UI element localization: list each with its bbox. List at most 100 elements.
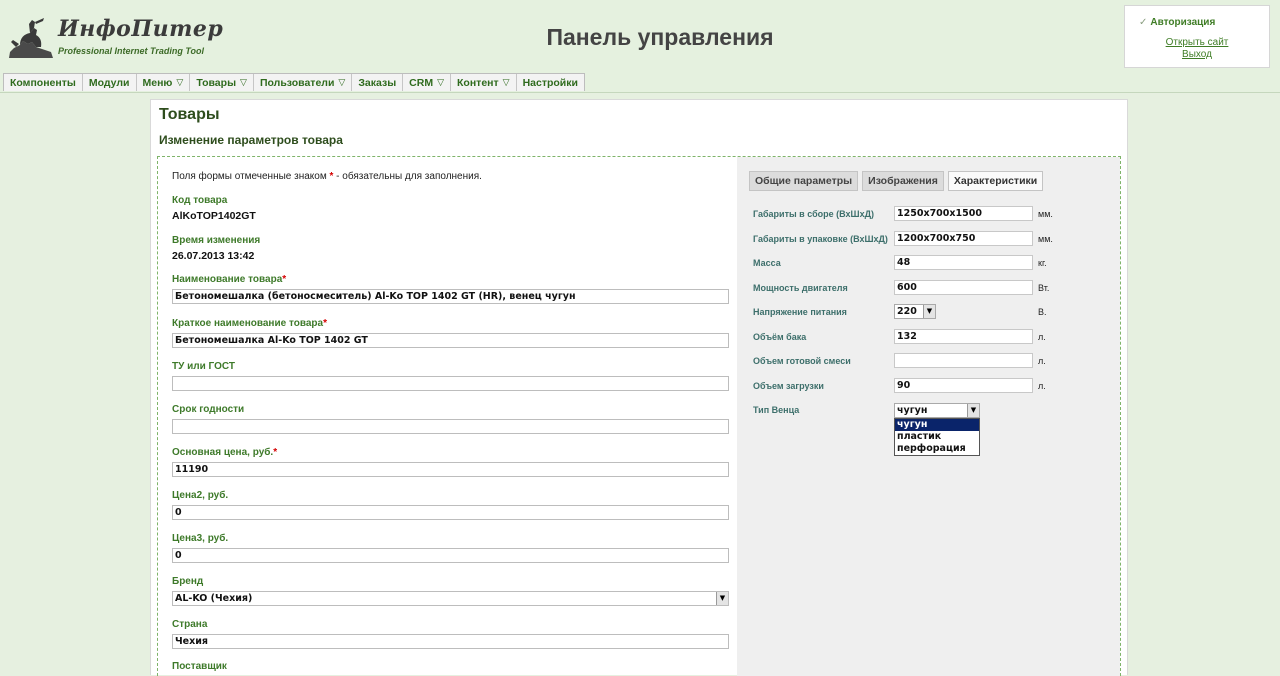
dropdown-arrow-icon: ▽ <box>437 77 445 87</box>
crown-type-label: Тип Венца <box>753 405 800 415</box>
dims-assembled-unit: мм. <box>1038 209 1053 219</box>
tab-characteristics[interactable]: Характеристики <box>947 171 1044 191</box>
mix-volume-unit: л. <box>1038 356 1046 366</box>
required-note-prefix: Поля формы отмеченные знаком <box>172 171 330 182</box>
content-panel: Товары Изменение параметров товара Поля … <box>150 99 1128 676</box>
short-name-input[interactable]: Бетономешалка Al-Ko TOP 1402 GT <box>172 333 729 348</box>
voltage-select[interactable]: 220 ▼ <box>894 304 936 319</box>
dims-assembled-input[interactable]: 1250x700x1500 <box>894 206 1033 221</box>
tank-unit: л. <box>1038 332 1046 342</box>
tank-label: Объём бака <box>753 332 807 342</box>
logo[interactable]: ИнфоПитер Professional Internet Trading … <box>6 14 223 62</box>
price-label: Основная цена, руб.* <box>172 447 277 458</box>
crown-type-option[interactable]: чугун <box>895 419 979 431</box>
open-site-link[interactable]: Открыть сайт <box>1125 37 1269 48</box>
country-input[interactable]: Чехия <box>172 634 729 649</box>
price2-label: Цена2, руб. <box>172 490 229 501</box>
menu-item-label: Заказы <box>358 76 397 89</box>
menu-item-content[interactable]: Контент ▽ <box>451 74 517 91</box>
tab-images[interactable]: Изображения <box>862 171 944 191</box>
shelf-life-label: Срок годности <box>172 404 245 415</box>
short-name-label-text: Краткое наименование товара <box>172 318 324 329</box>
menu-item-components[interactable]: Компоненты <box>4 74 83 91</box>
tab-general[interactable]: Общие параметры <box>749 171 859 191</box>
dropdown-arrow-icon: ▽ <box>176 77 184 87</box>
crown-type-option[interactable]: пластик <box>895 431 979 443</box>
required-star: * <box>282 274 287 285</box>
checkmark-icon: ✓ <box>1139 17 1148 28</box>
menu-item-label: Товары <box>196 76 237 89</box>
required-star: * <box>273 447 278 458</box>
mass-label: Масса <box>753 258 781 268</box>
voltage-label: Напряжение питания <box>753 307 847 317</box>
dropdown-arrow-icon: ▼ <box>967 404 979 417</box>
crown-type-select[interactable]: чугун ▼ <box>894 403 980 418</box>
tu-gost-label: ТУ или ГОСТ <box>172 361 235 372</box>
mass-unit: кг. <box>1038 258 1047 268</box>
menu-item-label: Компоненты <box>10 76 76 89</box>
tu-gost-input[interactable] <box>172 376 729 391</box>
menu-item-crm[interactable]: CRM ▽ <box>403 74 452 91</box>
menu-item-orders[interactable]: Заказы <box>352 74 404 91</box>
menu-item-label: Настройки <box>522 76 578 89</box>
price-input[interactable]: 11190 <box>172 462 729 477</box>
brand-select[interactable]: AL-KO (Чехия) ▼ <box>172 591 729 606</box>
crown-type-selected-value: чугун <box>897 405 928 416</box>
tank-input[interactable]: 132 <box>894 329 1033 344</box>
menu-item-products[interactable]: Товары ▽ <box>190 74 254 91</box>
menu-item-label: Меню <box>142 76 173 89</box>
mix-volume-input[interactable] <box>894 353 1033 368</box>
shelf-life-input[interactable] <box>172 419 729 434</box>
header: ИнфоПитер Professional Internet Trading … <box>0 0 1280 93</box>
product-name-input[interactable]: Бетономешалка (бетоносмеситель) Al-Ko TO… <box>172 289 729 304</box>
price3-input[interactable]: 0 <box>172 548 729 563</box>
section-subtitle: Изменение параметров товара <box>159 133 343 147</box>
price3-label: Цена3, руб. <box>172 533 229 544</box>
form-right-column: Общие параметры Изображения Характеристи… <box>737 157 1120 676</box>
required-note: Поля формы отмеченные знаком * - обязате… <box>172 171 482 182</box>
price2-input[interactable]: 0 <box>172 505 729 520</box>
auth-title: ✓ Авторизация <box>1139 17 1215 28</box>
menu-item-menu[interactable]: Меню ▽ <box>137 74 191 91</box>
name-label-text: Наименование товара <box>172 274 283 285</box>
code-value: AlKoTOP1402GT <box>172 210 256 222</box>
main-menu: Компоненты Модули Меню ▽ Товары ▽ Пользова… <box>3 73 585 91</box>
auth-title-text: Авторизация <box>1150 17 1216 28</box>
load-volume-label: Объем загрузки <box>753 381 824 391</box>
power-label: Мощность двигателя <box>753 283 848 293</box>
country-label: Страна <box>172 619 208 630</box>
menu-item-label: Пользователи <box>259 76 335 89</box>
power-unit: Вт. <box>1038 283 1050 293</box>
dropdown-arrow-icon: ▽ <box>502 77 510 87</box>
dropdown-arrow-icon: ▼ <box>716 592 728 605</box>
brand-selected-value: AL-KO (Чехия) <box>175 593 253 604</box>
mass-input[interactable]: 48 <box>894 255 1033 270</box>
menu-item-settings[interactable]: Настройки <box>517 74 584 91</box>
modified-label: Время изменения <box>172 235 261 246</box>
required-note-suffix: - обязательны для заполнения. <box>333 171 482 182</box>
dims-packed-input[interactable]: 1200x700x750 <box>894 231 1033 246</box>
menu-item-label: Модули <box>88 76 130 89</box>
modified-value: 26.07.2013 13:42 <box>172 250 255 262</box>
section-title: Товары <box>159 106 220 123</box>
horseman-logo-icon <box>9 18 53 58</box>
logout-link[interactable]: Выход <box>1125 49 1269 60</box>
load-volume-input[interactable]: 90 <box>894 378 1033 393</box>
mix-volume-label: Объем готовой смеси <box>753 356 851 366</box>
auth-box: ✓ Авторизация Открыть сайт Выход <box>1124 5 1270 68</box>
power-input[interactable]: 600 <box>894 280 1033 295</box>
name-label: Наименование товара* <box>172 274 286 285</box>
voltage-selected-value: 220 <box>897 306 917 317</box>
dims-assembled-label: Габариты в сборе (ВхШхД) <box>753 209 874 219</box>
crown-type-option[interactable]: перфорация <box>895 443 979 455</box>
dropdown-arrow-icon: ▽ <box>240 77 247 87</box>
menu-item-modules[interactable]: Модули <box>83 74 137 91</box>
required-star: * <box>323 318 327 329</box>
voltage-unit: В. <box>1038 307 1047 317</box>
menu-item-users[interactable]: Пользователи ▽ <box>254 74 353 91</box>
price-label-text: Основная цена, руб. <box>172 447 274 458</box>
dims-packed-label: Габариты в упаковке (ВхШхД) <box>753 234 888 244</box>
code-label: Код товара <box>172 195 228 206</box>
dropdown-arrow-icon: ▼ <box>923 305 935 318</box>
load-volume-unit: л. <box>1038 381 1046 391</box>
